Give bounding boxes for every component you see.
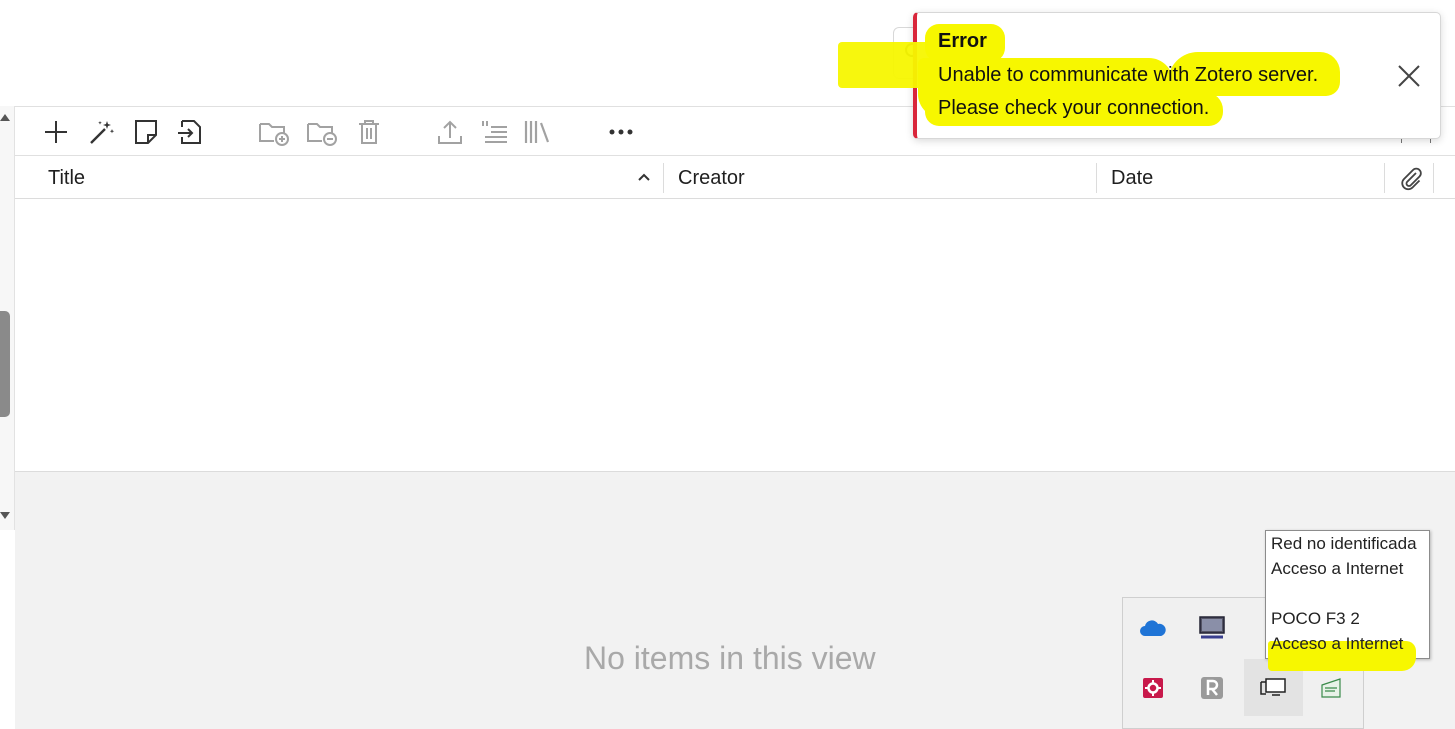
network-name: POCO F3 2 <box>1271 609 1360 628</box>
more-options-button[interactable] <box>604 115 638 149</box>
add-attachment-button[interactable] <box>173 115 207 149</box>
column-date[interactable]: Date <box>1111 167 1153 190</box>
cloud-icon <box>1140 620 1166 636</box>
items-list[interactable] <box>15 199 1455 472</box>
r-letter-icon <box>1201 677 1223 699</box>
magic-wand-icon <box>90 121 115 144</box>
quote-list-icon <box>482 121 507 143</box>
create-bibliography-button[interactable] <box>477 115 511 149</box>
items-column-header: Title Creator Date <box>15 157 1455 199</box>
column-divider[interactable] <box>663 163 664 193</box>
column-divider[interactable] <box>1433 163 1434 193</box>
add-file-icon <box>178 120 201 144</box>
library-icon <box>524 121 550 143</box>
column-creator[interactable]: Creator <box>678 167 745 190</box>
plus-icon <box>45 121 67 143</box>
notification-message-secondary: Please check your connection. <box>938 97 1210 119</box>
display-icon[interactable] <box>1192 608 1232 648</box>
attachment-column-icon[interactable] <box>1399 167 1423 191</box>
close-icon[interactable] <box>1394 61 1424 91</box>
network-status: Acceso a Internet <box>1271 634 1404 653</box>
notification-message: Unable to communicate with Zotero server… <box>938 64 1319 86</box>
scroll-up-arrow-icon[interactable] <box>0 114 10 121</box>
network-icon[interactable] <box>1253 668 1293 708</box>
r-app-icon[interactable] <box>1192 668 1232 708</box>
add-by-identifier-button[interactable] <box>84 115 118 149</box>
gear-badge-icon <box>1143 678 1163 698</box>
folder-remove-icon <box>307 123 337 146</box>
network-name: Red no identificada <box>1271 534 1417 553</box>
battery-icon[interactable] <box>1312 668 1352 708</box>
export-button[interactable] <box>433 115 467 149</box>
folder-add-icon <box>259 123 289 146</box>
ethernet-monitor-icon <box>1260 678 1286 696</box>
column-divider[interactable] <box>1384 163 1385 193</box>
note-icon <box>135 120 157 144</box>
library-view-button[interactable] <box>521 115 555 149</box>
scrollbar-thumb[interactable] <box>0 311 10 417</box>
upload-icon <box>438 120 462 144</box>
trash-button[interactable] <box>352 115 386 149</box>
column-title[interactable]: Title <box>48 167 85 190</box>
new-note-button[interactable] <box>129 115 163 149</box>
new-item-button[interactable] <box>39 115 73 149</box>
notification-title: Error <box>938 30 987 52</box>
remove-collection-button[interactable] <box>306 115 340 149</box>
new-collection-button[interactable] <box>258 115 292 149</box>
device-status-icon <box>1321 678 1341 698</box>
trash-icon <box>359 120 379 144</box>
monitor-icon <box>1199 616 1225 639</box>
scroll-down-arrow-icon[interactable] <box>0 512 10 519</box>
onedrive-icon[interactable] <box>1133 608 1173 648</box>
network-status: Acceso a Internet <box>1271 559 1404 578</box>
sort-ascending-icon[interactable] <box>637 172 651 182</box>
security-icon[interactable] <box>1133 668 1173 708</box>
ellipsis-icon <box>609 129 633 135</box>
empty-view-message: No items in this view <box>584 640 876 676</box>
column-divider[interactable] <box>1096 163 1097 193</box>
